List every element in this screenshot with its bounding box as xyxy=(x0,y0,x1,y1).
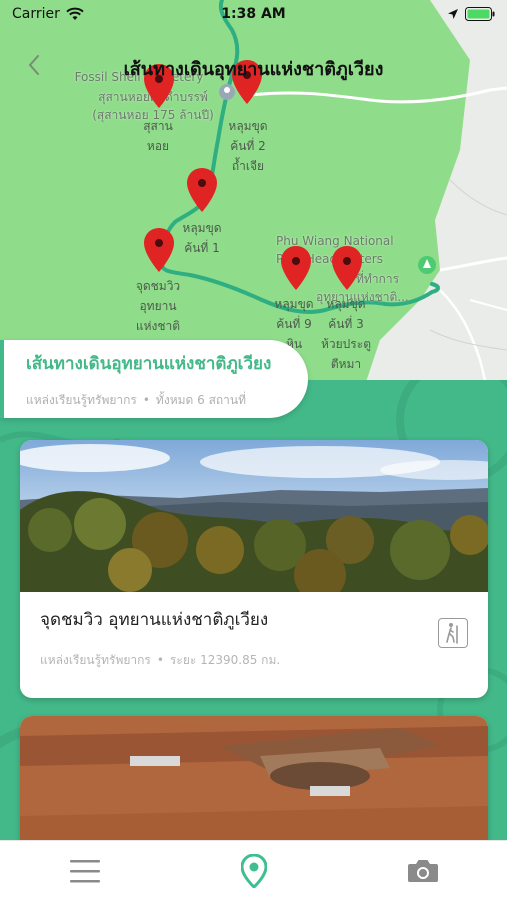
tab-menu[interactable] xyxy=(55,849,115,893)
pin-label: หลุมขุด ค้นที่ 3 ห้วยประตู ตีหมา xyxy=(321,297,371,371)
place-card-body: จุดชมวิว อุทยานแห่งชาติภูเวียง แหล่งเรีย… xyxy=(20,592,488,698)
status-time: 1:38 AM xyxy=(221,6,286,22)
map-title: เส้นทางเดินอุทยานแห่งชาติภูเวียง xyxy=(123,59,384,80)
map-pin-icon[interactable] xyxy=(187,168,217,212)
route-meta: แหล่งเรียนรู้ทรัพยากร • ทั้งหมด 6 สถานที่ xyxy=(26,391,308,410)
place-title: จุดชมวิว อุทยานแห่งชาติภูเวียง xyxy=(40,610,269,630)
separator-dot: • xyxy=(156,653,164,667)
map-pin-icon[interactable] xyxy=(144,228,174,272)
back-chevron-icon[interactable] xyxy=(20,50,50,80)
tab-bar xyxy=(0,840,507,900)
hiking-icon xyxy=(438,618,468,648)
route-count: ทั้งหมด 6 สถานที่ xyxy=(155,393,247,407)
tab-camera[interactable] xyxy=(393,849,453,893)
status-bar: Carrier 1:38 AM xyxy=(0,0,507,28)
map-pin-icon[interactable] xyxy=(281,246,311,290)
place-photo xyxy=(20,440,488,592)
place-category: แหล่งเรียนรู้ทรัพยากร xyxy=(40,653,151,667)
route-category: แหล่งเรียนรู้ทรัพยากร xyxy=(26,393,137,407)
place-meta: แหล่งเรียนรู้ทรัพยากร • ระยะ 12390.85 กม. xyxy=(40,651,468,670)
pin-label: หลุมขุด ค้นที่ 1 xyxy=(182,221,222,255)
map-pin-icon xyxy=(240,853,267,888)
place-card[interactable] xyxy=(20,716,488,856)
camera-icon xyxy=(407,859,438,882)
place-distance: ระยะ 12390.85 กม. xyxy=(169,653,281,667)
place-card[interactable]: จุดชมวิว อุทยานแห่งชาติภูเวียง แหล่งเรีย… xyxy=(20,440,488,698)
separator-dot: • xyxy=(142,393,150,407)
pin-label: สุสาน หอย xyxy=(143,119,173,153)
pin-label: หลุมขุด ค้นที่ 2 ถ้ำเจีย xyxy=(228,119,268,173)
pin-label: จุดชมวิว อุทยาน แห่งชาติ xyxy=(135,279,181,333)
tab-map[interactable] xyxy=(224,849,284,893)
route-title: เส้นทางเดินอุทยานแห่งชาติภูเวียง xyxy=(26,354,272,374)
route-summary-card[interactable]: เส้นทางเดินอุทยานแห่งชาติภูเวียง แหล่งเร… xyxy=(0,340,308,418)
place-label: ที่ทำการ xyxy=(356,272,400,286)
place-photo xyxy=(20,716,488,856)
map-pin-icon[interactable] xyxy=(332,246,362,290)
menu-icon xyxy=(69,859,100,882)
